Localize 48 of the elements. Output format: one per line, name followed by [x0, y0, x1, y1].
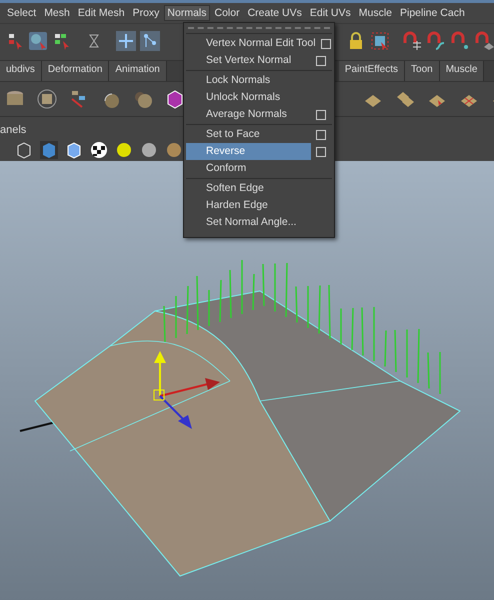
option-box[interactable] [316, 130, 326, 140]
menu-item[interactable]: Color [212, 5, 243, 21]
menu-item[interactable]: Edit UVs [306, 5, 354, 21]
menu-option[interactable]: Unlock Normals [186, 89, 311, 106]
option-box[interactable] [316, 56, 326, 66]
snap-grid-icon[interactable] [116, 31, 136, 51]
checker-sphere-icon[interactable] [89, 140, 109, 160]
tear-off-bar[interactable] [188, 27, 330, 31]
option-box[interactable] [316, 110, 326, 120]
menu-option[interactable]: Set to Face [186, 126, 311, 143]
menu-option[interactable]: Harden Edge [186, 197, 311, 214]
menu-option[interactable]: Set Normal Angle... [186, 214, 311, 231]
menu-option[interactable]: Soften Edge [186, 180, 311, 197]
menu-item[interactable]: Select [4, 5, 40, 21]
shelf-tab[interactable]: Deformation [42, 61, 110, 81]
menu-item[interactable]: Muscle [356, 5, 395, 21]
shelf-tab[interactable]: Muscle [440, 61, 484, 81]
panels-menu[interactable]: anels [0, 124, 26, 139]
shaded-sphere-icon[interactable] [139, 140, 159, 160]
shelf-tab[interactable]: Toon [405, 61, 440, 81]
component-select-icon[interactable] [52, 31, 72, 51]
magnet-curve-icon[interactable] [426, 31, 446, 51]
metal-sphere-icon[interactable] [164, 140, 184, 160]
render-region-icon[interactable] [370, 31, 390, 51]
menu-item[interactable]: Mesh [41, 5, 73, 21]
menu-option[interactable]: Lock Normals [186, 72, 311, 89]
menu-option[interactable]: Vertex Normal Edit Tool [186, 35, 316, 52]
shelf-tab[interactable]: ubdivs [0, 61, 42, 81]
menu-option[interactable]: Reverse [186, 143, 311, 160]
option-box[interactable] [316, 146, 326, 156]
selection-mask-icon[interactable] [28, 31, 48, 51]
shelf-tab[interactable]: PaintEffects [338, 61, 406, 81]
light-sphere-icon[interactable] [114, 140, 134, 160]
magnet-grid-icon[interactable] [402, 31, 422, 51]
menu-item[interactable]: Normals [164, 5, 210, 21]
magnet-plane-icon[interactable] [474, 31, 494, 51]
shelf-tab[interactable]: Animation [109, 61, 167, 81]
snap-curve-icon[interactable] [140, 31, 160, 51]
menu-item[interactable]: Pipeline Cach [397, 5, 468, 21]
magnet-point-icon[interactable] [450, 31, 470, 51]
menu-item[interactable]: Edit Mesh [74, 5, 128, 21]
option-box[interactable] [320, 38, 331, 48]
menu-item[interactable]: Proxy [130, 5, 162, 21]
shaded-cube-icon[interactable] [39, 140, 59, 160]
menu-option[interactable]: Average Normals [186, 106, 311, 123]
menu-item[interactable]: Create UVs [244, 5, 305, 21]
menu-option[interactable]: Conform [186, 160, 311, 177]
menu-option[interactable]: Set Vertex Normal [186, 52, 311, 69]
